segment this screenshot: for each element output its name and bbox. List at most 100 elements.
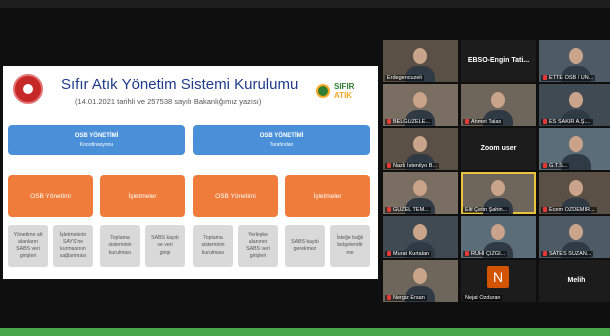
participant-name-text: SATES SUZAN...	[549, 251, 592, 257]
logo-text-2: ATIK	[334, 91, 353, 100]
participant-name: Nergiz Ersan	[385, 295, 427, 301]
participant-tile[interactable]: Nazlı İstenilyo B...	[383, 128, 458, 170]
mic-muted-icon	[465, 251, 469, 257]
orange-box-businesses-left: İşletmeler	[100, 175, 185, 217]
osb-coordination-box: OSB YÖNETİMİ Koordinasyonu	[8, 125, 185, 155]
participant-tile[interactable]: SATES SUZAN...	[539, 216, 610, 258]
participant-name: G.T.S...	[541, 163, 570, 169]
grey-box-4: SABS kaydı ve veri girişi	[145, 225, 185, 267]
participant-name: Erdegencuzeli	[385, 75, 424, 81]
participant-name: Nazlı İstenilyo B...	[385, 163, 440, 169]
grey-box-7: SABS kaydı gerekmez	[285, 225, 325, 267]
mic-muted-icon	[387, 207, 391, 213]
mic-muted-icon	[387, 119, 391, 125]
sifir-atik-logo-icon	[316, 84, 330, 98]
osb-by-box: OSB YÖNETİMİ Tarafından	[193, 125, 370, 155]
participant-video-head	[491, 224, 505, 240]
participant-name: Murat Kurtalan	[385, 251, 432, 257]
grey-box-5: Toplama sisteminin kurulması	[193, 225, 233, 267]
participant-video-head	[413, 268, 427, 284]
participant-name-text: Nergiz Ersan	[393, 295, 425, 301]
participant-tile[interactable]: Ecem ÖZDEMİR...	[539, 172, 610, 214]
osb-by-subtitle: Tarafından	[269, 141, 294, 148]
participant-video-head	[569, 48, 583, 64]
participant-tile[interactable]: Erdegencuzeli	[383, 40, 458, 82]
participant-video-head	[569, 224, 583, 240]
participant-tile[interactable]: Melih	[539, 260, 610, 302]
participant-name-text: Murat Kurtalan	[393, 251, 430, 257]
participant-name-text: ETTE OSB / ÜN...	[549, 75, 594, 81]
participant-video-head	[569, 180, 583, 196]
participant-video-head	[413, 92, 427, 108]
participant-video-head	[491, 180, 505, 196]
participant-tile[interactable]: ES SAKIR A.Ş....	[539, 84, 610, 126]
participant-video-head	[491, 92, 505, 108]
participant-name: Ahmet Talas	[463, 119, 504, 125]
mic-muted-icon	[543, 251, 547, 257]
participant-tile[interactable]: BELGÜZELE...	[383, 84, 458, 126]
window-bottom-bar	[0, 328, 610, 336]
grey-box-8: İsteğe bağlı belgelendir me	[330, 225, 370, 267]
logo-text-1: SIFIR	[334, 82, 355, 91]
participant-tile[interactable]: Murat Kurtalan	[383, 216, 458, 258]
orange-box-osb-left: OSB Yönetimi	[8, 175, 93, 217]
participant-tile[interactable]: Zoom user	[461, 128, 536, 170]
participant-name-text: ES SAKIR A.Ş....	[549, 119, 591, 125]
participant-name: BELGÜZELE...	[385, 119, 432, 125]
mic-muted-icon	[543, 119, 547, 125]
orange-box-businesses-right: İşletmeler	[285, 175, 370, 217]
participant-name: Ecem ÖZDEMİR...	[541, 207, 597, 213]
participant-tile[interactable]: GÜZEL TEM...	[383, 172, 458, 214]
participant-name: SATES SUZAN...	[541, 251, 594, 257]
participant-tile[interactable]: Elif Çetin Şahin...	[461, 172, 536, 214]
participant-name-text: G.T.S...	[549, 163, 568, 169]
participant-tile[interactable]: EBSO-Engin Tati...	[461, 40, 536, 82]
participant-name-text: RUHİ ÇİZGİ...	[471, 251, 506, 257]
slide-title: Sıfır Atık Yönetim Sistemi Kurulumu	[61, 76, 299, 93]
participant-name: GÜZEL TEM...	[385, 207, 431, 213]
grey-box-3: Toplama sisteminin kurulması	[100, 225, 140, 267]
participant-name: RUHİ ÇİZGİ...	[463, 251, 508, 257]
participant-name-text: Nejat Özduran	[465, 295, 501, 301]
orange-box-osb-right: OSB Yönetimi	[193, 175, 278, 217]
grey-box-2: İşletmelerin SAYS'ne kurmasının sağlanma…	[53, 225, 93, 267]
shared-screen-slide: Sıfır Atık Yönetim Sistemi Kurulumu (14.…	[3, 66, 378, 279]
participant-video-head	[413, 48, 427, 64]
participant-name: ETTE OSB / ÜN...	[541, 75, 596, 81]
participant-name-text: Ahmet Talas	[471, 119, 502, 125]
mic-muted-icon	[543, 207, 547, 213]
grey-box-6: Yerleşke alanının SABS veri girişleri	[238, 225, 278, 267]
participant-name: Nejat Özduran	[463, 295, 503, 301]
mic-muted-icon	[543, 75, 547, 81]
participant-tile[interactable]: N Nejat Özduran	[461, 260, 536, 302]
participant-video-head	[413, 180, 427, 196]
participant-center-name: EBSO-Engin Tati...	[467, 57, 530, 64]
participant-name-text: BELGÜZELE...	[393, 119, 430, 125]
participant-tile[interactable]: Ahmet Talas	[461, 84, 536, 126]
participant-tile[interactable]: ETTE OSB / ÜN...	[539, 40, 610, 82]
participant-name: ES SAKIR A.Ş....	[541, 119, 593, 125]
osb-coordination-subtitle: Koordinasyonu	[79, 141, 114, 148]
mic-muted-icon	[465, 119, 469, 125]
participant-tile[interactable]: G.T.S...	[539, 128, 610, 170]
participant-name-text: GÜZEL TEM...	[393, 207, 429, 213]
ministry-emblem-icon	[13, 74, 43, 104]
participant-tile[interactable]: Nergiz Ersan	[383, 260, 458, 302]
participant-center-name: Zoom user	[480, 145, 517, 152]
grey-box-1: Yönetime ait alanların SABS veri girişle…	[8, 225, 48, 267]
participant-video-head	[569, 136, 583, 152]
participant-center-name: Melih	[567, 277, 586, 284]
participant-video-head	[413, 224, 427, 240]
participant-video-head	[569, 92, 583, 108]
mic-muted-icon	[387, 163, 391, 169]
mic-muted-icon	[387, 251, 391, 257]
participant-name-text: Erdegencuzeli	[387, 75, 422, 81]
osb-coordination-title: OSB YÖNETİMİ	[74, 132, 119, 139]
participant-name: Elif Çetin Şahin...	[463, 207, 510, 213]
participant-name-text: Elif Çetin Şahin...	[465, 207, 508, 213]
mic-muted-icon	[387, 295, 391, 301]
window-top-bar	[0, 0, 610, 8]
slide-subtitle: (14.01.2021 tarihli ve 257538 sayılı Bak…	[75, 97, 262, 106]
participant-name-text: Ecem ÖZDEMİR...	[549, 207, 595, 213]
participant-tile[interactable]: RUHİ ÇİZGİ...	[461, 216, 536, 258]
